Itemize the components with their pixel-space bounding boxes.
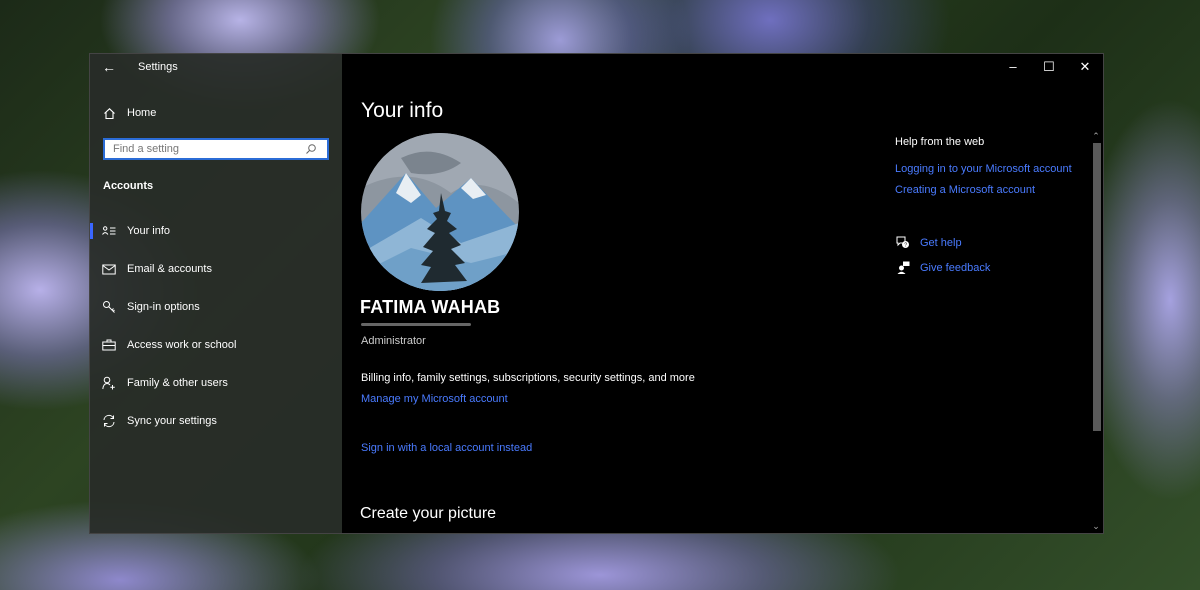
redacted-email	[361, 323, 471, 326]
sidebar-item-access-work-school[interactable]: Access work or school	[90, 330, 342, 360]
minimize-button[interactable]: –	[1003, 59, 1023, 74]
avatar[interactable]	[361, 133, 519, 291]
sidebar-item-label: Family & other users	[127, 377, 228, 389]
help-link-logging-in[interactable]: Logging in to your Microsoft account	[895, 163, 1072, 175]
nav-home-label: Home	[127, 107, 157, 119]
scrollbar-thumb[interactable]	[1093, 143, 1101, 431]
page-title: Your info	[361, 99, 444, 122]
scroll-up-arrow-icon[interactable]: ⌃	[1091, 131, 1101, 141]
sidebar-item-your-info[interactable]: Your info	[90, 216, 342, 246]
get-help-link[interactable]: Get help	[920, 237, 962, 249]
mail-icon	[102, 264, 116, 275]
briefcase-icon	[102, 339, 116, 351]
get-help-row[interactable]: ? Get help	[895, 236, 962, 249]
person-card-icon	[102, 225, 116, 237]
home-icon	[102, 107, 116, 120]
sidebar-item-sign-in-options[interactable]: Sign-in options	[90, 292, 342, 322]
search-box[interactable]	[103, 138, 329, 160]
create-picture-heading: Create your picture	[360, 505, 497, 522]
help-link-creating-account[interactable]: Creating a Microsoft account	[895, 184, 1035, 196]
sidebar: ← Settings Home Accounts Your info	[90, 54, 342, 533]
sidebar-item-label: Access work or school	[127, 339, 237, 351]
close-button[interactable]: ✕	[1075, 59, 1095, 75]
sidebar-item-label: Sync your settings	[127, 415, 217, 427]
account-role: Administrator	[361, 335, 426, 347]
sidebar-item-email-accounts[interactable]: Email & accounts	[90, 254, 342, 284]
chat-help-icon: ?	[895, 236, 911, 249]
maximize-button[interactable]: ☐	[1039, 59, 1059, 75]
sidebar-item-sync-settings[interactable]: Sync your settings	[90, 406, 342, 436]
billing-info-text: Billing info, family settings, subscript…	[361, 372, 695, 384]
sidebar-item-label: Sign-in options	[127, 301, 200, 313]
help-heading: Help from the web	[895, 136, 985, 148]
app-title: Settings	[138, 61, 178, 73]
nav-home[interactable]: Home	[90, 101, 342, 125]
scroll-down-arrow-icon[interactable]: ⌄	[1091, 521, 1101, 531]
manage-account-link[interactable]: Manage my Microsoft account	[361, 393, 508, 405]
sync-icon	[102, 414, 116, 428]
search-input[interactable]	[111, 142, 305, 156]
search-icon[interactable]	[305, 143, 317, 155]
sidebar-item-label: Email & accounts	[127, 263, 212, 275]
user-name: FATIMA WAHAB	[360, 297, 501, 317]
give-feedback-link[interactable]: Give feedback	[920, 262, 990, 274]
person-add-icon	[102, 376, 116, 390]
key-icon	[102, 300, 116, 314]
sidebar-item-label: Your info	[127, 225, 171, 237]
selected-indicator	[90, 223, 93, 239]
settings-window: ← Settings Home Accounts Your info	[89, 53, 1104, 534]
svg-text:?: ?	[904, 243, 907, 249]
sidebar-section-heading: Accounts	[103, 180, 154, 192]
local-account-link[interactable]: Sign in with a local account instead	[361, 442, 532, 454]
sidebar-item-family-other-users[interactable]: Family & other users	[90, 368, 342, 398]
back-arrow-icon[interactable]: ←	[102, 58, 116, 76]
main-content: – ☐ ✕ Your info FATIMA WAHAB Administrat…	[342, 54, 1103, 533]
feedback-icon	[895, 261, 911, 274]
give-feedback-row[interactable]: Give feedback	[895, 261, 990, 274]
